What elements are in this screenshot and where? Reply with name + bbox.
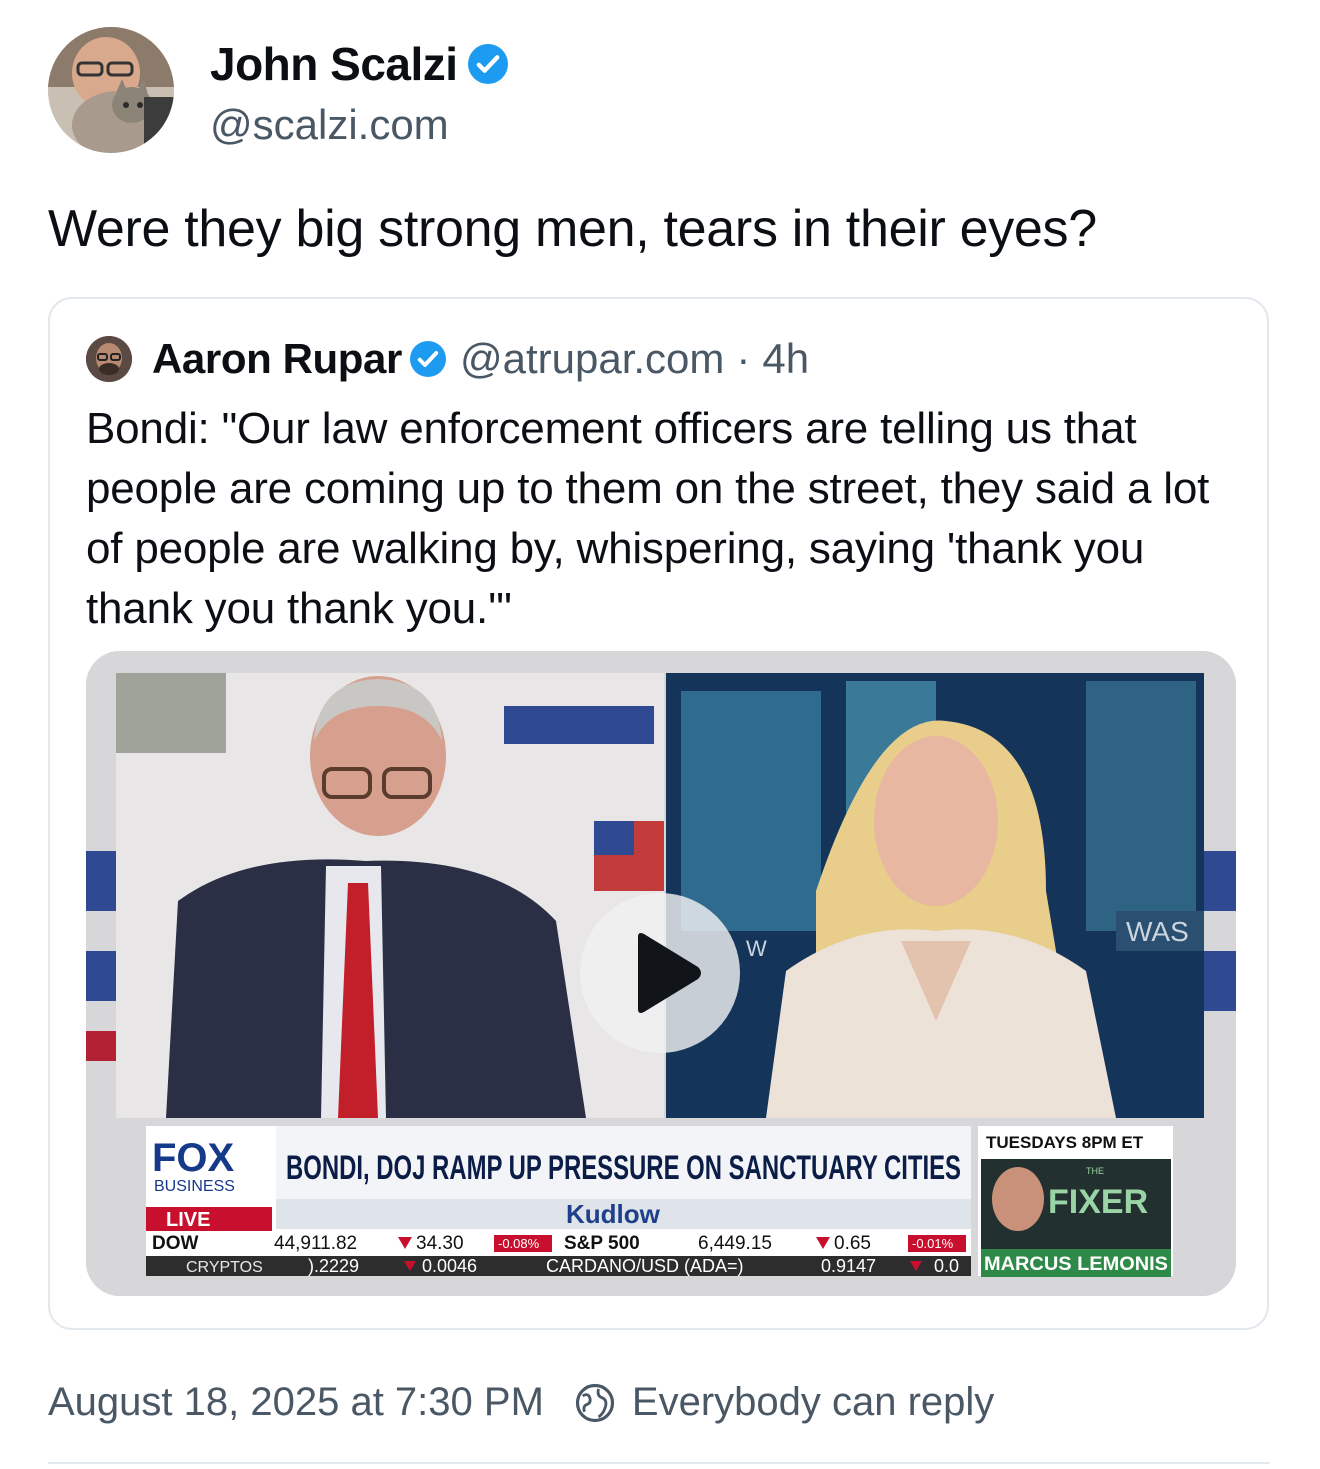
backdrop-text: WAS [1126,916,1189,947]
bottom-divider [48,1462,1270,1464]
live-label: LIVE [166,1209,210,1231]
post-timestamp[interactable]: August 18, 2025 at 7:30 PM [48,1380,544,1425]
ticker-change-a: 0.0046 [422,1256,477,1276]
quoted-post-text: Bondi: "Our law enforcement officers are… [86,404,1210,633]
post-text: Were they big strong men, tears in their… [48,200,1097,258]
promo-show-pre: THE [1086,1166,1104,1176]
reply-setting[interactable]: Everybody can reply [574,1380,994,1425]
ticker-label-dow: DOW [152,1233,199,1254]
quoted-author-avatar[interactable] [86,336,132,382]
play-button[interactable] [580,893,740,1053]
ticker-change-b: 0.0 [934,1256,959,1276]
backdrop-text-small: W [746,936,767,961]
ticker-pair: CARDANO/USD (ADA=) [546,1256,744,1276]
promo-show: FIXER [1048,1183,1148,1221]
ticker-change-dow: 34.30 [416,1233,464,1254]
ticker-label-cryptos: CRYPTOS [186,1259,263,1276]
network-sub: BUSINESS [154,1178,235,1195]
video-player[interactable]: WAS W FOX BUSINESS LIVE BONDI, DOJ RAMP … [86,651,1236,1296]
network-logo: FOX [152,1136,235,1180]
chyron-headline: BONDI, DOJ RAMP UP PRESSURE ON SANCTUARY… [286,1149,961,1187]
reply-setting-label: Everybody can reply [631,1380,995,1424]
ticker-value-dow: 44,911.82 [274,1233,357,1254]
separator-dot: · [736,335,751,382]
ticker-value-sp: 6,449.15 [698,1233,772,1254]
verified-badge-icon [467,44,508,84]
promo-host: MARCUS LEMONIS [984,1254,1168,1275]
quoted-author-name[interactable]: Aaron Rupar [152,335,402,383]
ticker-pct-dow: -0.08% [498,1236,540,1251]
quoted-author-handle[interactable]: @atrupar.com [460,335,724,383]
show-name: Kudlow [566,1199,661,1229]
quoted-post-card[interactable]: Aaron Rupar @atrupar.com · 4h Bondi: "Ou… [48,297,1269,1330]
verified-badge-icon [409,341,446,377]
quoted-post-time[interactable]: 4h [762,335,809,383]
ticker-pct-sp: -0.01% [912,1236,954,1251]
post-author[interactable]: John Scalzi @scalzi.com [48,27,508,153]
author-avatar-image [48,27,174,153]
promo-time: TUESDAYS 8PM ET [986,1133,1144,1152]
author-name[interactable]: John Scalzi [210,37,458,91]
ticker-change-sp: 0.65 [834,1233,871,1254]
post-footer: August 18, 2025 at 7:30 PM Everybody can… [48,1380,994,1425]
play-icon [638,933,701,1013]
author-avatar[interactable] [48,27,174,153]
ticker-value-a: ).2229 [308,1256,359,1276]
ticker-value-b: 0.9147 [821,1256,876,1276]
quoted-avatar-image [86,336,132,382]
author-handle[interactable]: @scalzi.com [210,101,508,149]
ticker-label-sp: S&P 500 [564,1233,640,1254]
globe-icon [575,1383,614,1422]
